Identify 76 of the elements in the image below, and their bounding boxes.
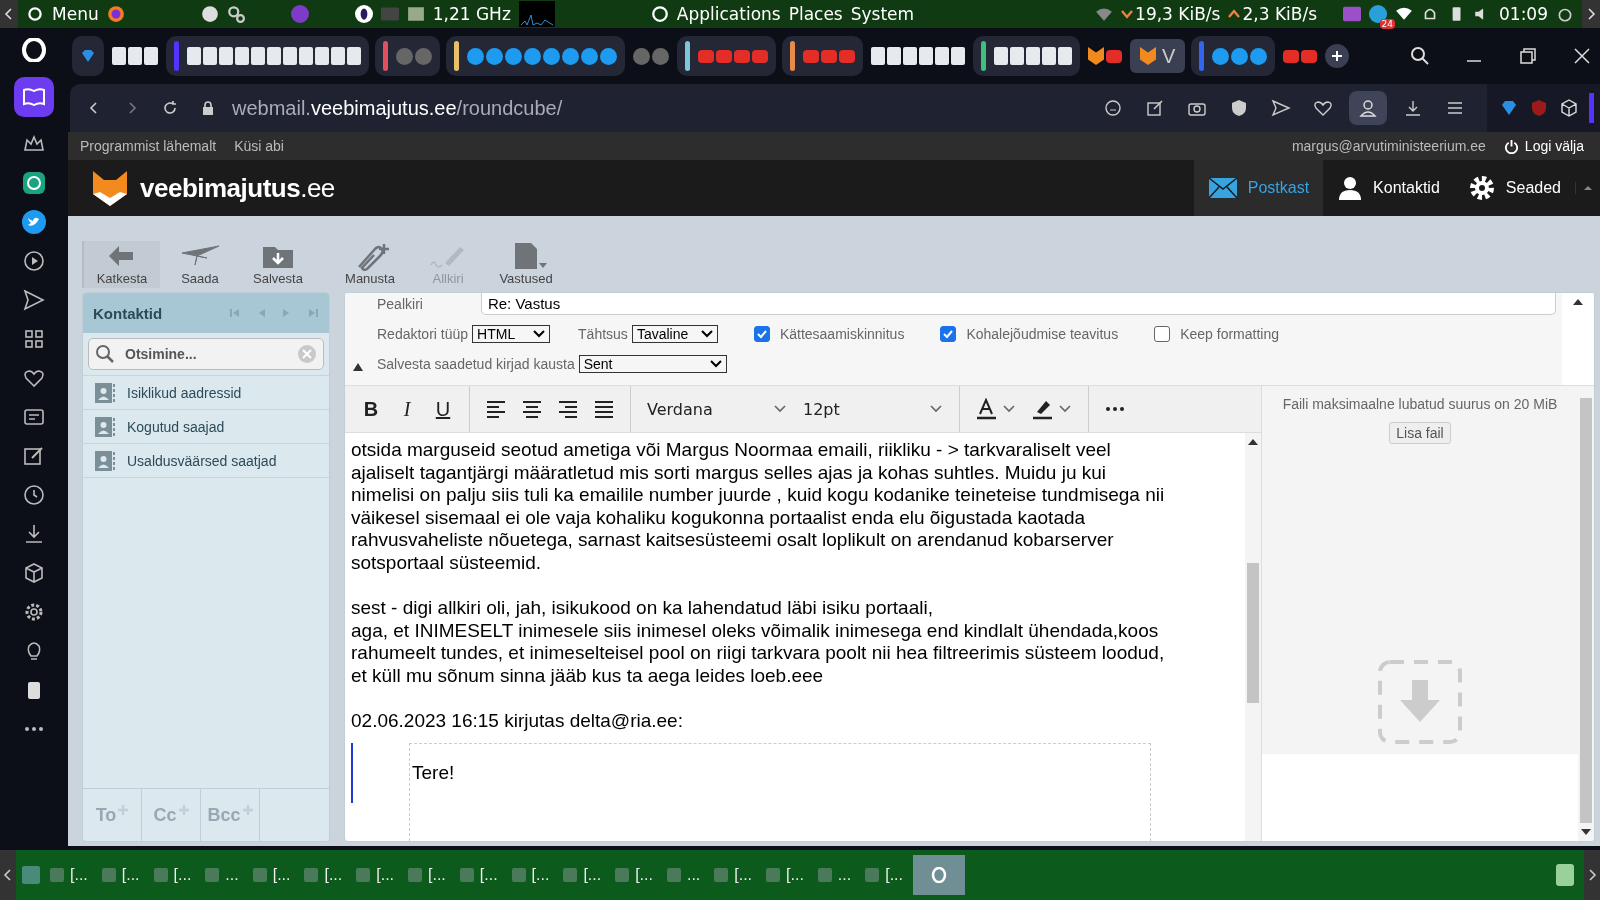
message-line: ajaliselt tagantjärgi määratletud mis sorti margus selles ajas ja kohas suhtles. Muidu ju kui (351, 461, 1108, 485)
message-line: et küll mu sõnum sinna jääb kus ta aega leides loeb.eee (351, 664, 825, 688)
field-label: Redaktori tüüp (377, 326, 469, 342)
message-line: väikesel sisemaal ei ole vaja kohaliku kogukonna portaalist enda elu õigustada kaotada (351, 506, 1087, 530)
panel-menu[interactable]: System (850, 4, 915, 24)
toolbar-button[interactable]: Vastused (488, 241, 564, 288)
nav-tab[interactable]: Postkast (1193, 160, 1324, 216)
menu-button[interactable]: Menu (52, 4, 99, 24)
font-select[interactable]: Verdana (647, 399, 787, 419)
header-link[interactable]: Küsi abi (234, 138, 284, 154)
search-field[interactable]: Otsimine... (88, 338, 324, 370)
message-line: sotsportaal süsteemid. (351, 551, 543, 575)
taskbar-item[interactable]: [... (710, 855, 757, 895)
taskbar-item[interactable]: [... (404, 855, 450, 895)
clock: 01:09 (1499, 4, 1548, 24)
address-book-item[interactable]: Kogutud saajad (83, 409, 329, 443)
cpu-frequency: 1,21 GHz (432, 4, 511, 24)
address-book-item[interactable]: Isiklikud aadressid (83, 375, 329, 409)
taskbar-item[interactable]: ... (813, 855, 856, 895)
italic-button[interactable]: I (397, 397, 417, 421)
attachment-size-note: Faili maksimaalne lubatud suurus on 20 MiB (1282, 396, 1558, 412)
panel-menu[interactable]: Applications (676, 4, 781, 24)
folder-select[interactable]: Sent (578, 355, 727, 373)
upload-speed: 2,3 KiB/s (1242, 4, 1317, 24)
field-label: Pealkiri (377, 296, 423, 312)
taskbar-item[interactable]: ... (662, 855, 705, 895)
underline-button[interactable]: U (433, 397, 453, 421)
taskbar-item[interactable]: [... (300, 855, 347, 895)
taskbar-item[interactable]: [... (46, 855, 92, 895)
field-label: Salvesta saadetud kirjad kausta (377, 356, 575, 372)
message-line: nimelisi on palju siis tuli ka emailile number juurde , kuid kogu kodanike teineteise tundmisega nii (351, 484, 1166, 507)
bold-button[interactable]: B (361, 397, 381, 421)
panel-menu[interactable]: Places (788, 4, 843, 24)
quoted-text: Tere! (412, 761, 455, 783)
toolbar-button[interactable]: Manusta (332, 241, 408, 288)
taskbar-item[interactable]: [... (352, 855, 399, 895)
notification-badge: 24 (1379, 19, 1395, 29)
message-line: otsida marguseid seotud ametiga või Margus Noormaa emaili, riikliku - > tarkvaraliselt veel (351, 439, 1112, 462)
message-line: rahumeelt tundes, et inimeselteisel pool on riigi tarkvara poolt nii hea filtreerimis süsteem loodud, (351, 642, 1166, 665)
download-speed: 19,3 KiB/s (1135, 4, 1221, 24)
priority-select[interactable]: Tavaline (631, 325, 718, 343)
taskbar-item[interactable]: [... (507, 855, 554, 895)
taskbar-item[interactable]: [... (861, 855, 907, 895)
taskbar-item[interactable]: [... (248, 855, 295, 895)
taskbar-item[interactable]: [... (455, 855, 502, 895)
editor-type-select[interactable]: HTML (472, 325, 551, 343)
message-line: aga, et INIMESELT inimesele siis inimesel oleks võimalik inimesega end kindlalt ühendada,koos (351, 619, 1160, 643)
subject-field[interactable]: Re: Vastus (480, 293, 1556, 315)
option-checkbox[interactable]: Kohalejõudmise teavitus (940, 326, 1119, 342)
message-line: rahvusvaheliste nõuetega, sarnast kaitsesüsteemi osalt loplikult on arendanud kobarserver (351, 529, 1115, 552)
taskbar-item[interactable]: [... (97, 855, 144, 895)
taskbar-item[interactable]: [... (149, 855, 196, 895)
taskbar-item[interactable]: [... (611, 855, 657, 895)
option-checkbox[interactable]: Kättesaamiskinnitus (753, 326, 905, 342)
field-label: Tähtsus (578, 326, 628, 342)
taskbar-item[interactable]: ... (201, 855, 243, 895)
logout-link[interactable]: Logi välja (1503, 138, 1584, 154)
nav-tab[interactable]: Kontaktid (1323, 160, 1454, 216)
user-email: margus@arvutiministeerium.ee (1291, 138, 1486, 154)
taskbar-item[interactable]: [... (762, 855, 808, 895)
site-logo[interactable]: veebimajutus.ee (140, 172, 335, 204)
quote-header: 02.06.2023 16:15 kirjutas delta@ria.ee: (351, 710, 684, 733)
font-size-select[interactable]: 12pt (803, 399, 943, 419)
message-line: sest - digi allkiri oli, jah, isikukood on ka lahendatud läbi isiku portaali, (351, 597, 934, 620)
browser-tab[interactable]: V (1130, 39, 1186, 73)
nav-tab[interactable]: Seaded (1453, 160, 1575, 216)
add-file-button[interactable]: Lisa fail (1389, 422, 1451, 444)
toolbar-button[interactable]: Salvesta (240, 241, 316, 288)
panel-title: Kontaktid (93, 304, 163, 322)
header-link[interactable]: Programmist lähemalt (80, 138, 217, 154)
address-book-item[interactable]: Usaldusväärsed saatjad (83, 443, 329, 477)
address-field[interactable]: webmail.veebimajutus.ee/roundcube/ (232, 96, 563, 120)
toolbar-button[interactable]: Katkesta (82, 241, 160, 288)
taskbar-item[interactable]: [... (559, 855, 606, 895)
toolbar-button[interactable]: Saada (162, 241, 238, 288)
option-checkbox[interactable]: Keep formatting (1154, 326, 1279, 342)
